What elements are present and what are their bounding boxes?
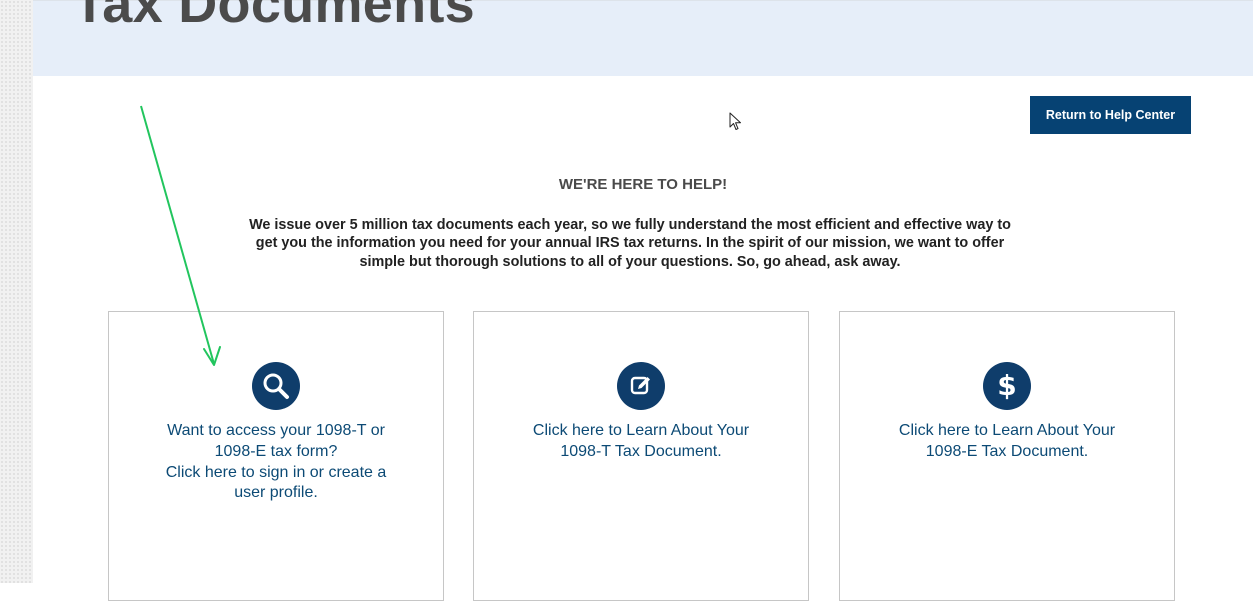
page-left-margin	[0, 0, 33, 583]
help-description: We issue over 5 million tax documents ea…	[249, 217, 1011, 270]
learn-1098e-card[interactable]: $ Click here to Learn About Your 1098-E …	[839, 311, 1175, 601]
mouse-cursor-icon	[729, 112, 741, 130]
return-to-help-center-button[interactable]: Return to Help Center	[1030, 96, 1191, 134]
access-tax-form-link[interactable]: Want to access your 1098-T or 1098-E tax…	[123, 421, 429, 504]
learn-1098t-link[interactable]: Click here to Learn About Your 1098-T Ta…	[488, 421, 794, 463]
edit-document-icon	[617, 362, 665, 410]
help-heading: WE'RE HERE TO HELP!	[558, 176, 728, 193]
magnifier-icon	[252, 362, 300, 410]
access-tax-form-card[interactable]: Want to access your 1098-T or 1098-E tax…	[108, 311, 444, 601]
page-title: Tax Documents	[73, 0, 475, 34]
page-banner: Tax Documents	[33, 0, 1253, 76]
learn-1098e-link[interactable]: Click here to Learn About Your 1098-E Ta…	[854, 421, 1160, 463]
dollar-icon: $	[983, 362, 1031, 410]
learn-1098t-card[interactable]: Click here to Learn About Your 1098-T Ta…	[473, 311, 809, 601]
